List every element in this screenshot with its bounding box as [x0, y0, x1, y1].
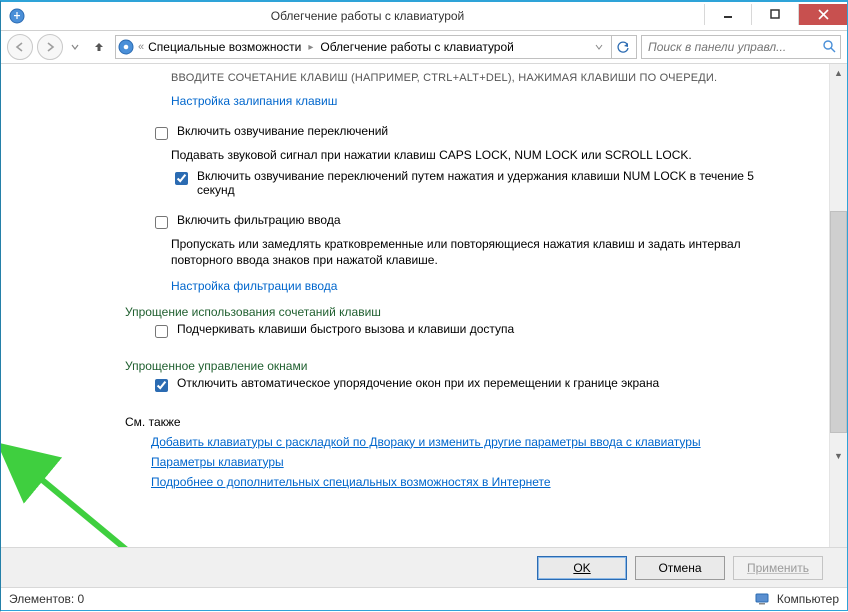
heading-see-also: См. также: [125, 415, 810, 429]
scroll-down-arrow[interactable]: ▼: [830, 448, 847, 465]
title-bar: Облегчение работы с клавиатурой: [1, 2, 847, 31]
checkbox-toggle-keys-numlock[interactable]: [175, 172, 188, 185]
window-title: Облегчение работы с клавиатурой: [31, 9, 704, 23]
cancel-button[interactable]: Отмена: [635, 556, 725, 580]
checkbox-underline-keys[interactable]: [155, 325, 168, 338]
control-panel-icon: [9, 8, 25, 24]
nav-bar: « Специальные возможности ▸ Облегчение р…: [1, 31, 847, 64]
vertical-scrollbar[interactable]: ▲ ▼: [829, 64, 847, 610]
link-keyboard-settings[interactable]: Параметры клавиатуры: [151, 455, 284, 469]
ok-button[interactable]: OK: [537, 556, 627, 580]
search-box[interactable]: [641, 35, 841, 59]
scroll-thumb[interactable]: [830, 211, 847, 433]
refresh-button[interactable]: [611, 36, 634, 58]
link-dvorak[interactable]: Добавить клавиатуры с раскладкой по Двор…: [151, 435, 701, 449]
desc-toggle-keys: Подавать звуковой сигнал при нажатии кла…: [171, 147, 810, 163]
address-dropdown[interactable]: [591, 39, 607, 55]
breadcrumb-level1[interactable]: Специальные возможности: [148, 40, 301, 54]
scroll-up-arrow[interactable]: ▲: [830, 64, 847, 81]
status-location: Компьютер: [777, 592, 839, 606]
checkbox-filter-keys[interactable]: [155, 216, 168, 229]
dialog-button-row: OK Отмена Применить: [1, 547, 847, 588]
checkbox-toggle-keys[interactable]: [155, 127, 168, 140]
back-button[interactable]: [7, 34, 33, 60]
truncated-line: ВВОДИТЕ СОЧЕТАНИЕ КЛАВИШ (НАПРИМЕР, CTRL…: [171, 72, 810, 84]
link-filter-keys-settings[interactable]: Настройка фильтрации ввода: [171, 279, 337, 293]
search-input[interactable]: [646, 39, 822, 55]
chevron-right-icon: ▸: [305, 42, 316, 53]
checkbox-disable-snap[interactable]: [155, 379, 168, 392]
settings-panel: ВВОДИТЕ СОЧЕТАНИЕ КЛАВИШ (НАПРИМЕР, CTRL…: [1, 64, 830, 499]
heading-shortcut-ease: Упрощение использования сочетаний клавиш: [125, 305, 810, 319]
label-filter-keys: Включить фильтрацию ввода: [177, 213, 341, 227]
forward-button[interactable]: [37, 34, 63, 60]
close-button[interactable]: [798, 4, 847, 25]
apply-button: Применить: [733, 556, 823, 580]
history-dropdown[interactable]: [67, 37, 83, 57]
chevron-left-icon: «: [138, 41, 144, 53]
label-toggle-keys-numlock: Включить озвучивание переключений путем …: [197, 169, 757, 197]
link-learn-more-online[interactable]: Подробнее о дополнительных специальных в…: [151, 475, 551, 489]
link-sticky-keys-settings[interactable]: Настройка залипания клавиш: [171, 94, 337, 108]
up-button[interactable]: [87, 35, 111, 59]
computer-icon: [755, 593, 771, 605]
control-panel-small-icon: [118, 39, 134, 55]
maximize-button[interactable]: [751, 4, 798, 25]
address-bar[interactable]: « Специальные возможности ▸ Облегчение р…: [115, 35, 637, 59]
label-toggle-keys: Включить озвучивание переключений: [177, 124, 388, 138]
search-icon[interactable]: [822, 39, 836, 56]
desc-filter-keys: Пропускать или замедлять кратковременные…: [171, 236, 751, 268]
status-item-count: Элементов: 0: [9, 592, 84, 606]
status-bar: Элементов: 0 Компьютер: [1, 587, 847, 610]
heading-window-management: Упрощенное управление окнами: [125, 359, 810, 373]
label-disable-snap: Отключить автоматическое упорядочение ок…: [177, 376, 659, 390]
label-underline-keys: Подчеркивать клавиши быстрого вызова и к…: [177, 322, 514, 336]
minimize-button[interactable]: [704, 4, 751, 25]
breadcrumb-level2[interactable]: Облегчение работы с клавиатурой: [320, 40, 514, 54]
content-area: ВВОДИТЕ СОЧЕТАНИЕ КЛАВИШ (НАПРИМЕР, CTRL…: [1, 64, 847, 610]
